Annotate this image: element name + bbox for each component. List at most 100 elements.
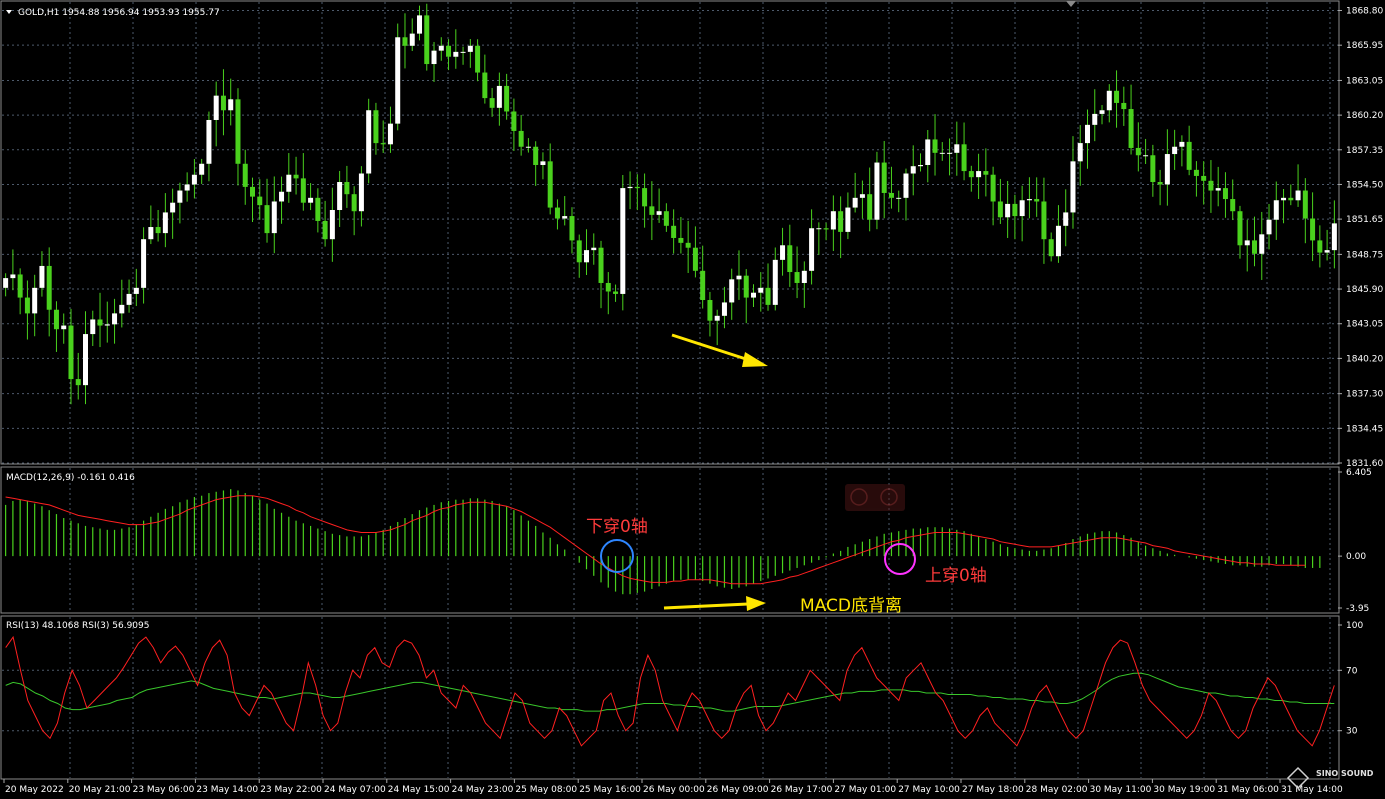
candle-body bbox=[75, 379, 81, 386]
time-label: 31 May 14:00 bbox=[1281, 785, 1343, 795]
candle-body bbox=[1157, 182, 1163, 185]
price-label: 1834.45 bbox=[1346, 424, 1383, 434]
candle-body bbox=[119, 304, 125, 314]
candle-body bbox=[1172, 146, 1178, 155]
candle-body bbox=[1208, 180, 1214, 191]
candle-body bbox=[453, 51, 459, 57]
main-header: GOLD,H1 1954.88 1956.94 1953.93 1955.77 bbox=[18, 8, 220, 18]
candle-body bbox=[46, 265, 52, 310]
candle-body bbox=[932, 139, 938, 153]
candle-body bbox=[983, 171, 989, 175]
candle-body bbox=[496, 85, 502, 108]
candle-body bbox=[482, 72, 488, 99]
trading-chart[interactable]: 1868.80 1865.95 1863.05 1860.20 1857.35 1854.… bbox=[0, 0, 1385, 799]
candle-body bbox=[446, 45, 452, 57]
candle-body bbox=[1193, 169, 1199, 176]
candle-body bbox=[489, 98, 495, 108]
rsi-scale-label: 100 bbox=[1346, 621, 1363, 631]
candle-body bbox=[1252, 240, 1257, 254]
price-label: 1868.80 bbox=[1346, 7, 1383, 17]
candle-body bbox=[3, 278, 9, 288]
candle-body bbox=[199, 163, 205, 175]
time-label: 30 May 19:00 bbox=[1153, 785, 1215, 795]
candle-body bbox=[53, 309, 59, 330]
cross-down-label: 下穿0轴 bbox=[586, 517, 648, 537]
candle-body bbox=[1121, 102, 1127, 110]
rsi-panel[interactable] bbox=[0, 615, 1340, 780]
candle-body bbox=[417, 15, 422, 34]
price-label: 1848.75 bbox=[1346, 250, 1383, 260]
time-label: 23 May 06:00 bbox=[133, 785, 195, 795]
candle-body bbox=[1106, 90, 1112, 111]
candle-body bbox=[1302, 190, 1308, 219]
cross-up-label: 上穿0轴 bbox=[925, 566, 987, 586]
candle-body bbox=[504, 85, 510, 112]
candle-body bbox=[184, 184, 190, 191]
candle-body bbox=[170, 202, 176, 213]
time-label: 27 May 18:00 bbox=[962, 785, 1024, 795]
candle-body bbox=[279, 191, 285, 202]
candle-body bbox=[990, 174, 996, 202]
candle-body bbox=[90, 319, 96, 335]
candle-body bbox=[97, 319, 103, 326]
candle-body bbox=[329, 209, 335, 240]
candle-body bbox=[591, 247, 597, 251]
candle-body bbox=[351, 194, 357, 212]
candle-body bbox=[366, 110, 372, 174]
time-label: 24 May 15:00 bbox=[388, 785, 450, 795]
candle-body bbox=[620, 188, 626, 294]
candle-body bbox=[707, 300, 713, 321]
svg-text:SINO SOUND: SINO SOUND bbox=[1316, 769, 1374, 778]
candle-body bbox=[554, 207, 560, 219]
candle-body bbox=[1324, 250, 1330, 253]
candle-body bbox=[126, 293, 132, 305]
candle-body bbox=[518, 130, 524, 147]
candle-body bbox=[264, 205, 270, 234]
candle-body bbox=[112, 313, 118, 325]
macd-scale-label: -3.95 bbox=[1346, 604, 1369, 614]
candle-body bbox=[1186, 141, 1192, 170]
candle-body bbox=[293, 174, 299, 179]
candle-body bbox=[1273, 200, 1279, 220]
candle-body bbox=[605, 282, 611, 292]
candle-body bbox=[1077, 143, 1083, 162]
candle-body bbox=[315, 197, 321, 221]
candle-body bbox=[525, 146, 531, 148]
candle-body bbox=[17, 274, 23, 298]
time-label: 20 May 2022 bbox=[5, 785, 64, 795]
time-label: 28 May 02:00 bbox=[1026, 785, 1088, 795]
candle-body bbox=[1230, 199, 1236, 212]
time-label: 23 May 22:00 bbox=[260, 785, 322, 795]
candle-body bbox=[881, 162, 887, 193]
chart-toolbar-overlay[interactable] bbox=[845, 484, 905, 511]
candle-body bbox=[649, 206, 655, 215]
candle-body bbox=[997, 201, 1003, 218]
time-label: 26 May 00:00 bbox=[643, 785, 705, 795]
candle-body bbox=[1026, 199, 1032, 201]
candle-body bbox=[308, 197, 314, 203]
candle-body bbox=[634, 186, 640, 189]
candle-body bbox=[206, 119, 212, 164]
candle-body bbox=[1288, 197, 1294, 201]
candle-body bbox=[1164, 154, 1170, 185]
candle-body bbox=[475, 45, 481, 73]
time-label: 30 May 11:00 bbox=[1090, 785, 1152, 795]
candle-body bbox=[968, 171, 974, 178]
candle-body bbox=[874, 162, 880, 220]
candle-body bbox=[751, 292, 756, 298]
rsi-scale-label: 30 bbox=[1346, 727, 1358, 737]
candle-body bbox=[141, 239, 147, 288]
candle-body bbox=[32, 287, 38, 314]
candle-body bbox=[68, 325, 74, 380]
candle-body bbox=[1143, 155, 1149, 157]
candle-body bbox=[1331, 223, 1337, 251]
main-panel[interactable] bbox=[0, 0, 1340, 465]
time-label: 27 May 10:00 bbox=[898, 785, 960, 795]
candle-body bbox=[678, 237, 684, 243]
candle-body bbox=[344, 182, 350, 195]
time-label: 23 May 14:00 bbox=[196, 785, 258, 795]
candle-body bbox=[1179, 141, 1185, 147]
candle-body bbox=[794, 272, 800, 283]
macd-scale-label: 0.00 bbox=[1346, 552, 1366, 562]
time-axis: 20 May 2022 20 May 21:00 23 May 06:00 23 Ma… bbox=[3, 779, 1343, 795]
